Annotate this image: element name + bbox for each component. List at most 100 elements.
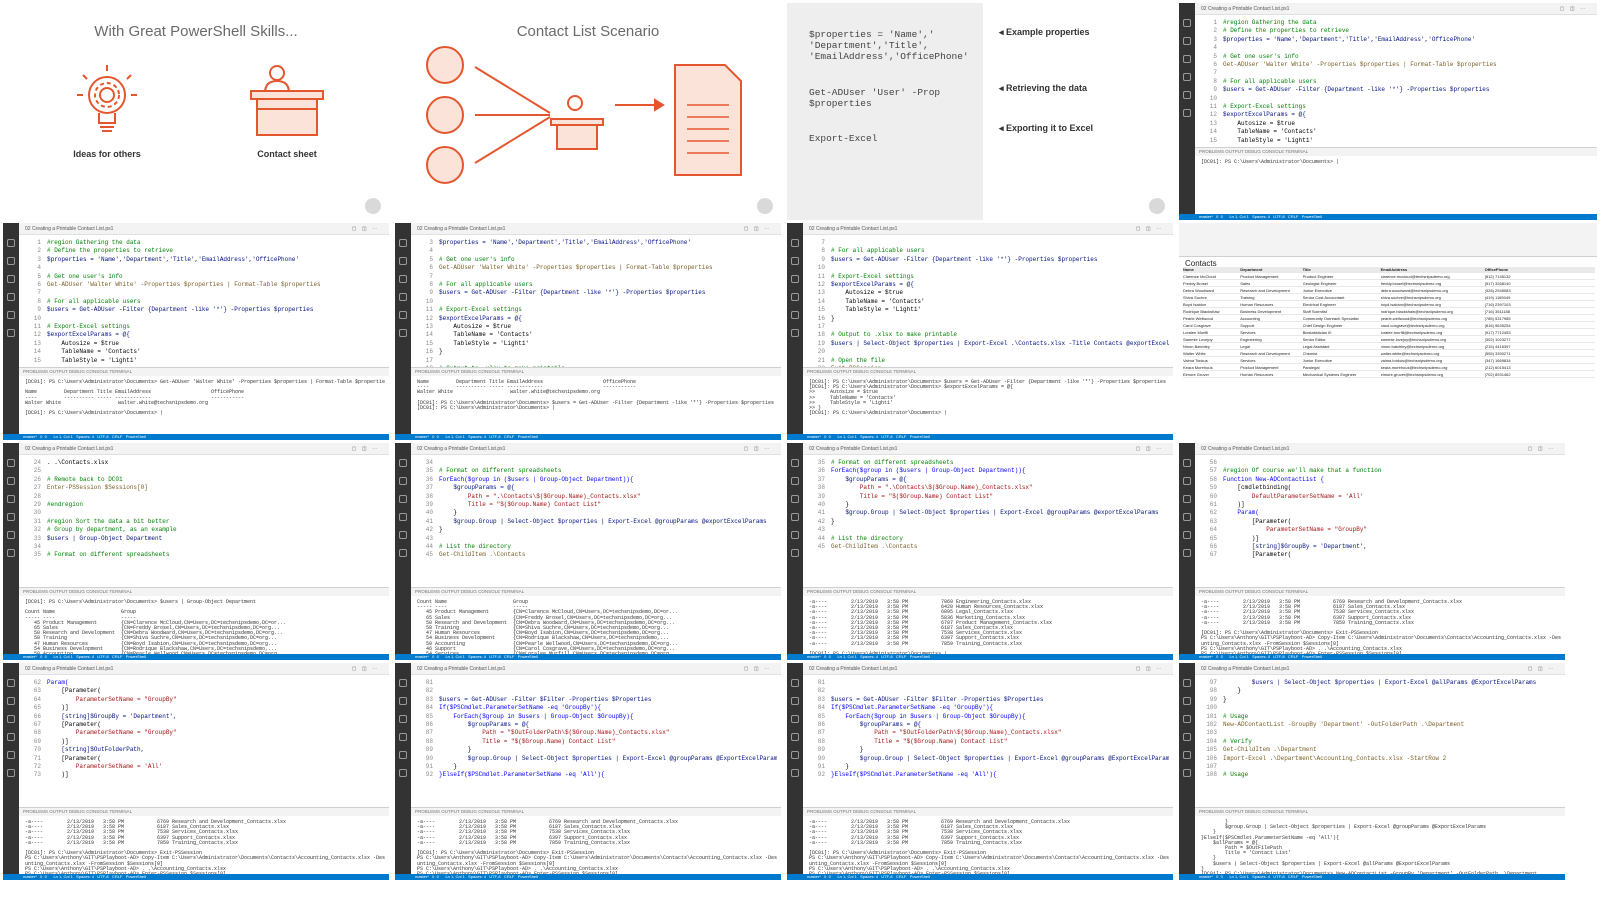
status-bar[interactable]: master* 0 0 Ln 1, Col 1 Spaces: 4 UTF-8 … [787, 874, 1173, 880]
excel-cell[interactable]: (347) 1669834 [1485, 358, 1521, 363]
code-editor[interactable]: 97 $users | Select-Object $properties | … [1195, 675, 1565, 807]
excel-cell[interactable]: Elmore Gruver [1183, 372, 1240, 377]
excel-ribbon[interactable] [1179, 223, 1597, 257]
code-editor[interactable]: 34 35 # Format on different spreadsheets 36… [411, 455, 781, 587]
excel-cell[interactable]: Walter White [1183, 351, 1240, 356]
explorer-icon[interactable] [399, 459, 407, 467]
terminal-icon[interactable] [7, 769, 15, 777]
source-control-icon[interactable] [791, 715, 799, 723]
excel-cell[interactable]: Training [1240, 295, 1302, 300]
status-bar[interactable]: master* 0 0 Ln 1, Col 1 Spaces: 4 UTF-8 … [3, 434, 389, 440]
excel-cell[interactable]: carol.cosgrave@techsnipsdemo.org [1381, 323, 1485, 328]
excel-row[interactable]: Loralee Murfill Services Biostatistician I… [1183, 330, 1595, 336]
editor-tab[interactable]: 02 Creating a Printable Contact List.ps1 [1195, 663, 1565, 675]
activity-bar[interactable] [3, 443, 19, 654]
explorer-icon[interactable] [7, 459, 15, 467]
source-control-icon[interactable] [7, 495, 15, 503]
activity-bar[interactable] [1179, 3, 1195, 214]
activity-bar[interactable] [787, 443, 803, 654]
debug-icon[interactable] [7, 733, 15, 741]
explorer-icon[interactable] [791, 239, 799, 247]
excel-cell[interactable]: Product Management [1240, 274, 1302, 279]
status-bar[interactable]: master* 0 0 Ln 1, Col 1 Spaces: 4 UTF-8 … [787, 654, 1173, 660]
debug-icon[interactable] [791, 293, 799, 301]
panel-tabs[interactable]: PROBLEMS OUTPUT DEBUG CONSOLE TERMINAL [411, 807, 781, 816]
excel-cell[interactable]: Boyd Isabion [1183, 302, 1240, 307]
code-editor[interactable]: 24 . .\Contacts.xlsx 25 26 # Remote back to … [19, 455, 389, 587]
editor-tab[interactable]: 02 Creating a Printable Contact List.ps1 [1195, 443, 1565, 455]
editor-actions-icon[interactable]: ▢ ◫ ⋯ [744, 666, 771, 672]
terminal-icon[interactable] [791, 329, 799, 337]
terminal-panel[interactable]: [DC01]: PS C:\Users\Administrator\Docume… [803, 376, 1173, 434]
terminal-icon[interactable] [1183, 549, 1191, 557]
excel-cell[interactable]: Human Resources [1240, 302, 1302, 307]
terminal-panel[interactable]: Count Name Group ----- ---- ----- 45 Prod… [411, 596, 781, 660]
terminal-panel[interactable]: -a---- 2/13/2019 3:58 PM 6769 Research a… [803, 816, 1173, 880]
activity-bar[interactable] [3, 663, 19, 874]
editor-tab[interactable]: 02 Creating a Printable Contact List.ps1 [803, 443, 1173, 455]
excel-cell[interactable]: Rodrique Blackshaw [1183, 309, 1240, 314]
excel-row[interactable]: Debra Woodward Research and Development Ju… [1183, 288, 1595, 294]
debug-icon[interactable] [1183, 513, 1191, 521]
panel-tabs[interactable]: PROBLEMS OUTPUT DEBUG CONSOLE TERMINAL [1195, 147, 1597, 156]
status-bar[interactable]: master* 0 0 Ln 1, Col 1 Spaces: 4 UTF-8 … [3, 654, 389, 660]
panel-tabs[interactable]: PROBLEMS OUTPUT DEBUG CONSOLE TERMINAL [19, 367, 389, 376]
activity-bar[interactable] [395, 443, 411, 654]
extensions-icon[interactable] [7, 531, 15, 539]
editor-actions-icon[interactable]: ▢ ◫ ⋯ [744, 446, 771, 452]
activity-bar[interactable] [1179, 663, 1195, 874]
extensions-icon[interactable] [7, 751, 15, 759]
excel-cell[interactable]: Junior Executive [1303, 288, 1381, 293]
extensions-icon[interactable] [399, 531, 407, 539]
panel-tabs[interactable]: PROBLEMS OUTPUT DEBUG CONSOLE TERMINAL [411, 587, 781, 596]
explorer-icon[interactable] [399, 679, 407, 687]
status-bar[interactable]: master* 0 0 Ln 1, Col 1 Spaces: 4 UTF-8 … [395, 874, 781, 880]
extensions-icon[interactable] [1183, 91, 1191, 99]
excel-cell[interactable]: (716) 3511188 [1485, 309, 1521, 314]
excel-cell[interactable]: sammie.lovejoy@techsnipsdemo.org [1381, 337, 1485, 342]
debug-icon[interactable] [1183, 73, 1191, 81]
excel-cell[interactable]: Geologist Engineer [1303, 281, 1381, 286]
excel-cell[interactable]: ninon.batchley@techsnipsdemo.org [1381, 344, 1485, 349]
excel-cell[interactable]: Staff Scientist [1303, 309, 1381, 314]
code-editor[interactable]: 3 $properties = 'Name','Department','Titl… [411, 235, 781, 372]
status-bar[interactable]: master* 0 0 Ln 1, Col 1 Spaces: 4 UTF-8 … [3, 874, 389, 880]
excel-row[interactable]: Boyd Isabion Human Resources Electrical En… [1183, 302, 1595, 308]
extensions-icon[interactable] [1183, 531, 1191, 539]
terminal-panel[interactable]: -a---- 2/13/2019 3:58 PM 6769 Research a… [19, 816, 389, 880]
source-control-icon[interactable] [399, 275, 407, 283]
code-editor[interactable]: 1 #region Gathering the data 2 # Define the… [1195, 15, 1597, 147]
editor-actions-icon[interactable]: ▢ ◫ ⋯ [352, 226, 379, 232]
search-icon[interactable] [7, 257, 15, 265]
activity-bar[interactable] [395, 663, 411, 874]
excel-cell[interactable]: (812) 7145132 [1485, 274, 1521, 279]
status-bar[interactable]: master* 0 0 Ln 1, Col 1 Spaces: 4 UTF-8 … [1179, 214, 1597, 220]
debug-icon[interactable] [791, 513, 799, 521]
search-icon[interactable] [7, 697, 15, 705]
excel-cell[interactable]: Ninon Batchley [1183, 344, 1240, 349]
activity-bar[interactable] [787, 223, 803, 434]
source-control-icon[interactable] [791, 495, 799, 503]
excel-cell[interactable]: valma.tonkus@techsnipsdemo.org [1381, 358, 1485, 363]
excel-cell[interactable]: Paralegal [1303, 365, 1381, 370]
debug-icon[interactable] [7, 293, 15, 301]
excel-cell[interactable]: debra.woodward@techsnipsdemo.org [1381, 288, 1485, 293]
excel-row[interactable]: Pearle Wellwood Accounting Community Outre… [1183, 316, 1595, 322]
explorer-icon[interactable] [1183, 459, 1191, 467]
excel-cell[interactable]: Legal Assistant [1303, 344, 1381, 349]
excel-cell[interactable]: rodrique.blackshaw@techsnipsdemo.org [1381, 309, 1485, 314]
source-control-icon[interactable] [399, 495, 407, 503]
excel-cell[interactable]: Product Engineer [1303, 274, 1381, 279]
excel-cell[interactable]: loralee.murfill@techsnipsdemo.org [1381, 330, 1485, 335]
excel-cell[interactable]: Senior Editor [1303, 337, 1381, 342]
code-editor[interactable]: 7 8 # For all applicable users 9 $users = Ge… [803, 235, 1173, 372]
excel-cell[interactable]: Senior Cost Accountant [1303, 295, 1381, 300]
extensions-icon[interactable] [1183, 751, 1191, 759]
explorer-icon[interactable] [1183, 19, 1191, 27]
panel-tabs[interactable]: PROBLEMS OUTPUT DEBUG CONSOLE TERMINAL [411, 367, 781, 376]
editor-actions-icon[interactable]: ▢ ◫ ⋯ [1136, 666, 1163, 672]
search-icon[interactable] [1183, 477, 1191, 485]
activity-bar[interactable] [787, 663, 803, 874]
search-icon[interactable] [399, 477, 407, 485]
editor-actions-icon[interactable]: ▢ ◫ ⋯ [744, 226, 771, 232]
